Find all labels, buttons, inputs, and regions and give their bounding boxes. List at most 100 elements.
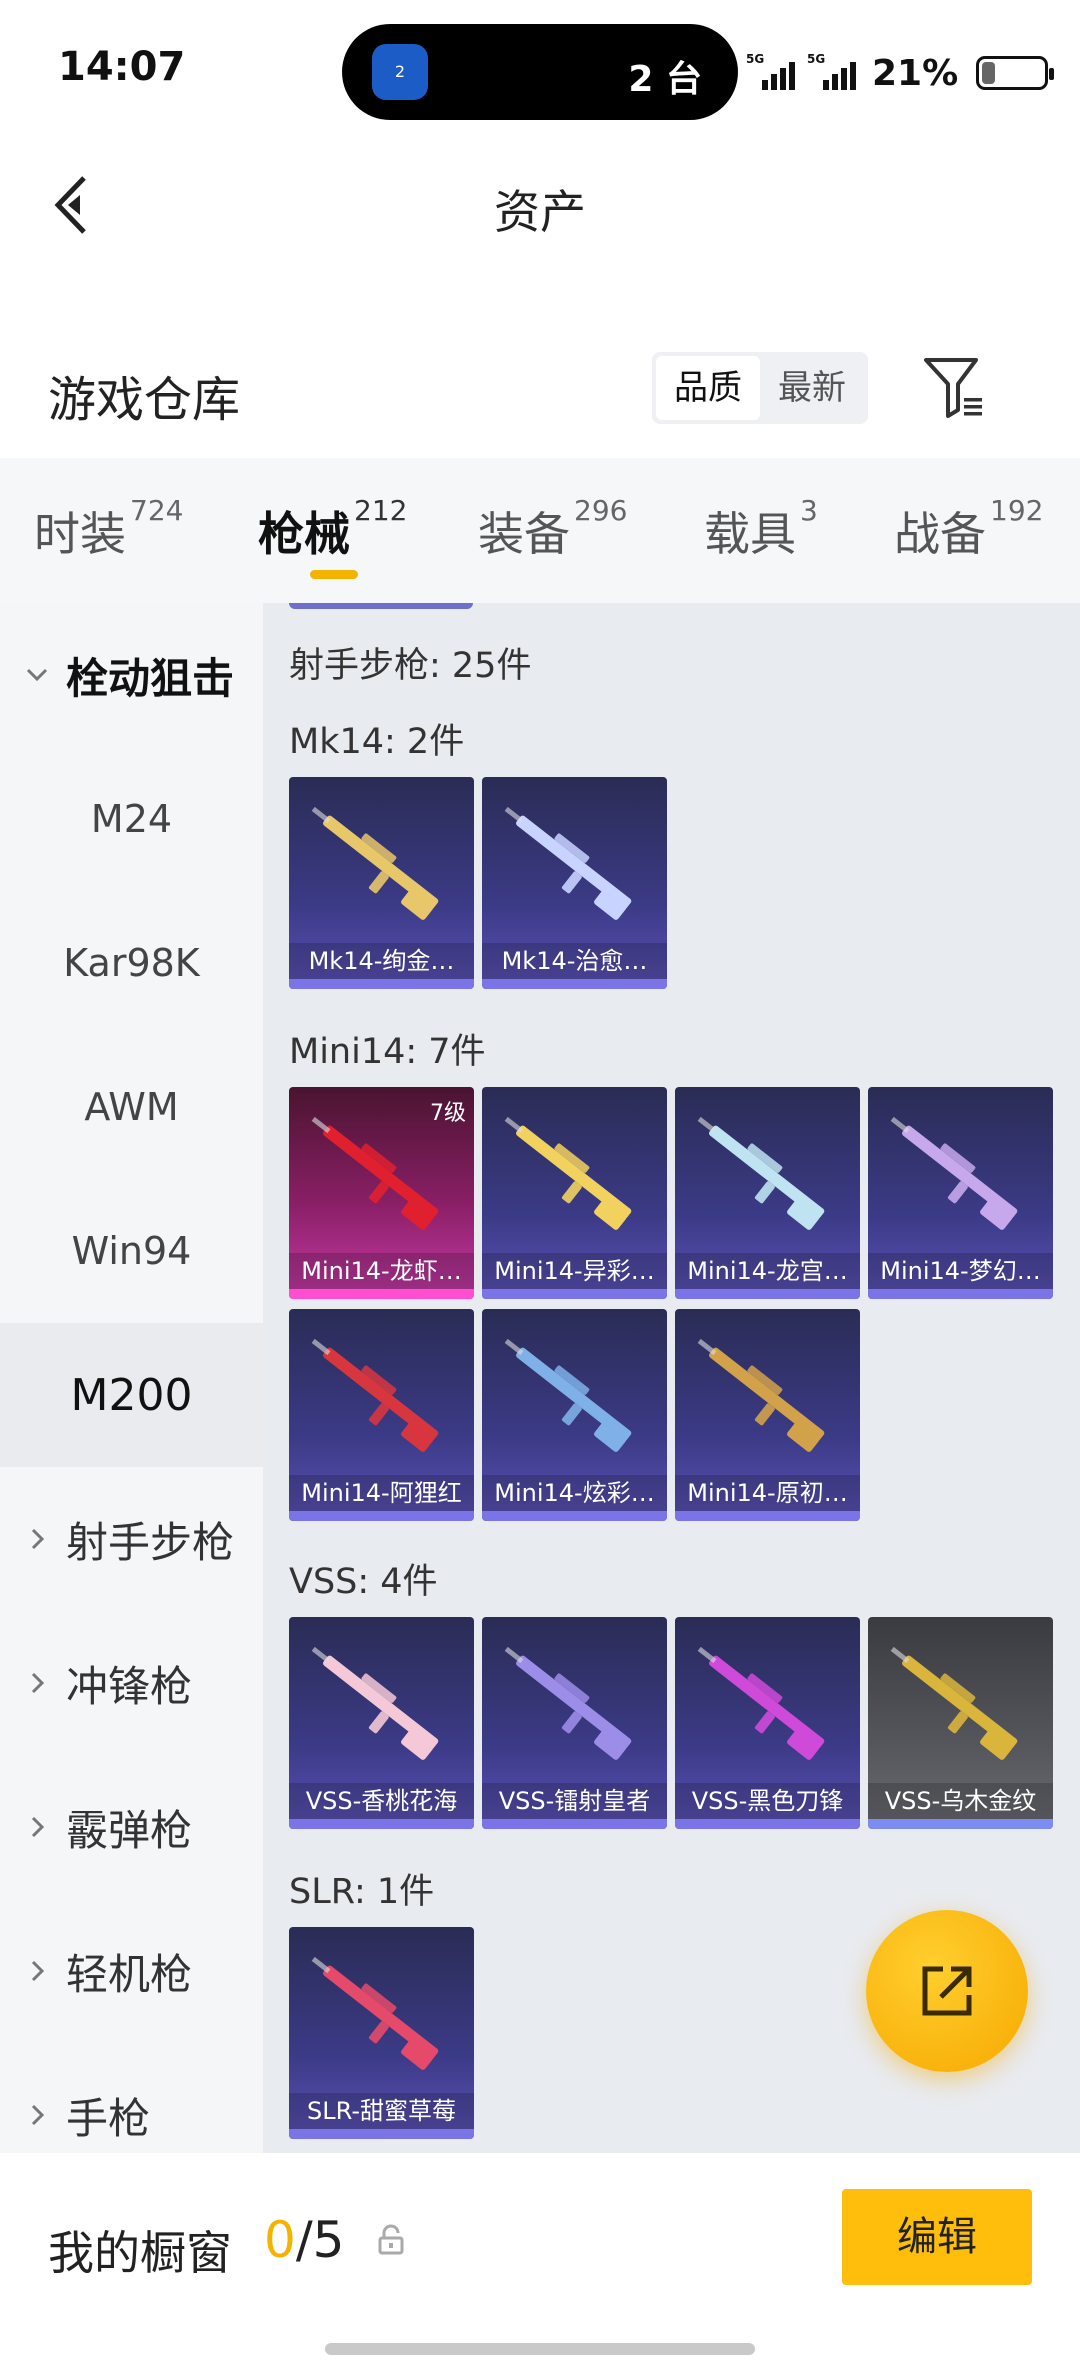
rarity-bar <box>289 2129 474 2139</box>
weapon-name: Mk14-治愈… <box>482 943 667 979</box>
weapon-card[interactable]: Mini14-原初… <box>675 1309 860 1521</box>
weapon-image <box>504 1338 632 1452</box>
sidebar-group-lmg[interactable]: 轻机枪 <box>0 1899 263 2043</box>
weapon-image <box>311 806 439 920</box>
weapon-name: Mini14-龙宫… <box>675 1253 860 1289</box>
lock-icon <box>378 2224 404 2255</box>
previous-card-edge <box>289 603 473 609</box>
rarity-bar <box>289 1511 474 1521</box>
tab-firearms[interactable]: 枪械 212 <box>258 494 407 564</box>
showcase-count: 0/5 <box>264 2211 345 2269</box>
sort-toggle: 品质 最新 <box>652 352 868 424</box>
weapon-card[interactable]: Mini14-炫彩… <box>482 1309 667 1521</box>
tab-supplies[interactable]: 战备 192 <box>894 494 1043 564</box>
weapon-card[interactable]: Mk14-治愈… <box>482 777 667 989</box>
rarity-bar <box>289 1819 474 1829</box>
sidebar-group-bolt-sniper[interactable]: 栓动狙击 <box>0 603 263 747</box>
sidebar-item-kar98k[interactable]: Kar98K <box>0 891 263 1035</box>
bottom-bar: 我的橱窗 0/5 编辑 <box>0 2153 1080 2376</box>
weapon-image <box>890 1646 1018 1760</box>
signal-icon-2: 5G <box>807 52 856 90</box>
tab-vehicles[interactable]: 载具 3 <box>704 494 818 564</box>
weapon-card[interactable]: 7级 Mini14-龙虾… <box>289 1087 474 1299</box>
warehouse-title: 游戏仓库 <box>48 372 241 428</box>
section-label: Mini14: 7件 <box>289 1032 486 1072</box>
weapon-name: Mini14-梦幻… <box>868 1253 1053 1289</box>
rarity-bar <box>675 1289 860 1299</box>
rarity-bar <box>482 1819 667 1829</box>
sort-quality-button[interactable]: 品质 <box>656 356 760 420</box>
filter-button[interactable] <box>920 354 988 422</box>
weapon-name: VSS-黑色刀锋 <box>675 1783 860 1819</box>
weapon-name: Mk14-绚金… <box>289 943 474 979</box>
share-button[interactable] <box>866 1910 1028 2072</box>
section-label: SLR: 1件 <box>289 1872 435 1912</box>
chevron-right-icon <box>31 1960 45 1982</box>
sort-newest-button[interactable]: 最新 <box>760 356 864 420</box>
hotspot-app-label: 2 <box>394 62 406 81</box>
weapon-card[interactable]: Mini14-阿狸红 <box>289 1309 474 1521</box>
weapon-name: VSS-乌木金纹 <box>868 1783 1053 1819</box>
weapon-image <box>697 1646 825 1760</box>
weapon-card[interactable]: VSS-黑色刀锋 <box>675 1617 860 1829</box>
signal-icon-1: 5G <box>746 52 795 90</box>
weapon-name: Mini14-龙虾… <box>289 1253 474 1289</box>
battery-icon <box>976 56 1055 90</box>
sidebar-group-label: 射手步枪 <box>66 1517 235 1567</box>
weapon-card[interactable]: VSS-乌木金纹 <box>868 1617 1053 1829</box>
rarity-bar <box>482 1289 667 1299</box>
sidebar-item-awm[interactable]: AWM <box>0 1035 263 1179</box>
weapon-name: VSS-镭射皇者 <box>482 1783 667 1819</box>
weapon-card[interactable]: VSS-镭射皇者 <box>482 1617 667 1829</box>
weapon-image <box>504 1646 632 1760</box>
rarity-bar <box>675 1511 860 1521</box>
weapon-name: Mini14-炫彩… <box>482 1475 667 1511</box>
dynamic-island[interactable]: 2 2 台 <box>342 24 738 120</box>
weapon-image <box>311 1956 439 2070</box>
share-icon <box>922 1966 972 2016</box>
chevron-right-icon <box>31 2104 45 2126</box>
sidebar-group-pistol[interactable]: 手枪 <box>0 2043 263 2153</box>
showcase-label: 我的橱窗 <box>48 2226 232 2280</box>
filter-icon <box>924 358 982 418</box>
chevron-right-icon <box>31 1528 45 1550</box>
warehouse-row: 游戏仓库 品质 最新 <box>0 330 1080 450</box>
weapon-card[interactable]: Mini14-异彩… <box>482 1087 667 1299</box>
hotspot-app-icon: 2 <box>372 44 428 100</box>
sidebar-group-marksman[interactable]: 射手步枪 <box>0 1467 263 1611</box>
tab-equipment[interactable]: 装备 296 <box>478 494 627 564</box>
weapon-card[interactable]: VSS-香桃花海 <box>289 1617 474 1829</box>
rarity-bar <box>289 979 474 989</box>
weapon-image <box>504 806 632 920</box>
rarity-bar <box>868 1289 1053 1299</box>
tab-fashion[interactable]: 时装 724 <box>34 494 183 564</box>
weapon-image <box>504 1116 632 1230</box>
sidebar-group-smg[interactable]: 冲锋枪 <box>0 1611 263 1755</box>
sidebar-group-shotgun[interactable]: 霰弹枪 <box>0 1755 263 1899</box>
weapon-image <box>890 1116 1018 1230</box>
home-indicator[interactable] <box>325 2343 755 2355</box>
sidebar-item-m200[interactable]: M200 <box>0 1323 263 1467</box>
weapon-card[interactable]: Mini14-龙宫… <box>675 1087 860 1299</box>
weapon-image <box>311 1646 439 1760</box>
weapon-name: Mini14-阿狸红 <box>289 1475 474 1511</box>
active-tab-indicator <box>310 570 358 579</box>
status-icons: 5G 5G 21% <box>746 48 1055 98</box>
status-time: 14:07 <box>58 44 186 90</box>
weapon-card[interactable]: Mini14-梦幻… <box>868 1087 1053 1299</box>
rarity-bar <box>675 1819 860 1829</box>
sidebar-item-win94[interactable]: Win94 <box>0 1179 263 1323</box>
chevron-right-icon <box>31 1816 45 1838</box>
sidebar-group-label: 冲锋枪 <box>66 1661 193 1711</box>
header: 资产 <box>0 140 1080 270</box>
weapon-name: Mini14-异彩… <box>482 1253 667 1289</box>
section-label: VSS: 4件 <box>289 1562 438 1602</box>
weapon-card[interactable]: Mk14-绚金… <box>289 777 474 989</box>
category-summary: 射手步枪: 25件 <box>289 646 532 686</box>
rarity-bar <box>289 1289 474 1299</box>
sidebar-item-m24[interactable]: M24 <box>0 747 263 891</box>
edit-button[interactable]: 编辑 <box>842 2189 1032 2285</box>
weapon-card[interactable]: SLR-甜蜜草莓 <box>289 1927 474 2139</box>
weapon-image <box>311 1338 439 1452</box>
weapon-name: Mini14-原初… <box>675 1475 860 1511</box>
